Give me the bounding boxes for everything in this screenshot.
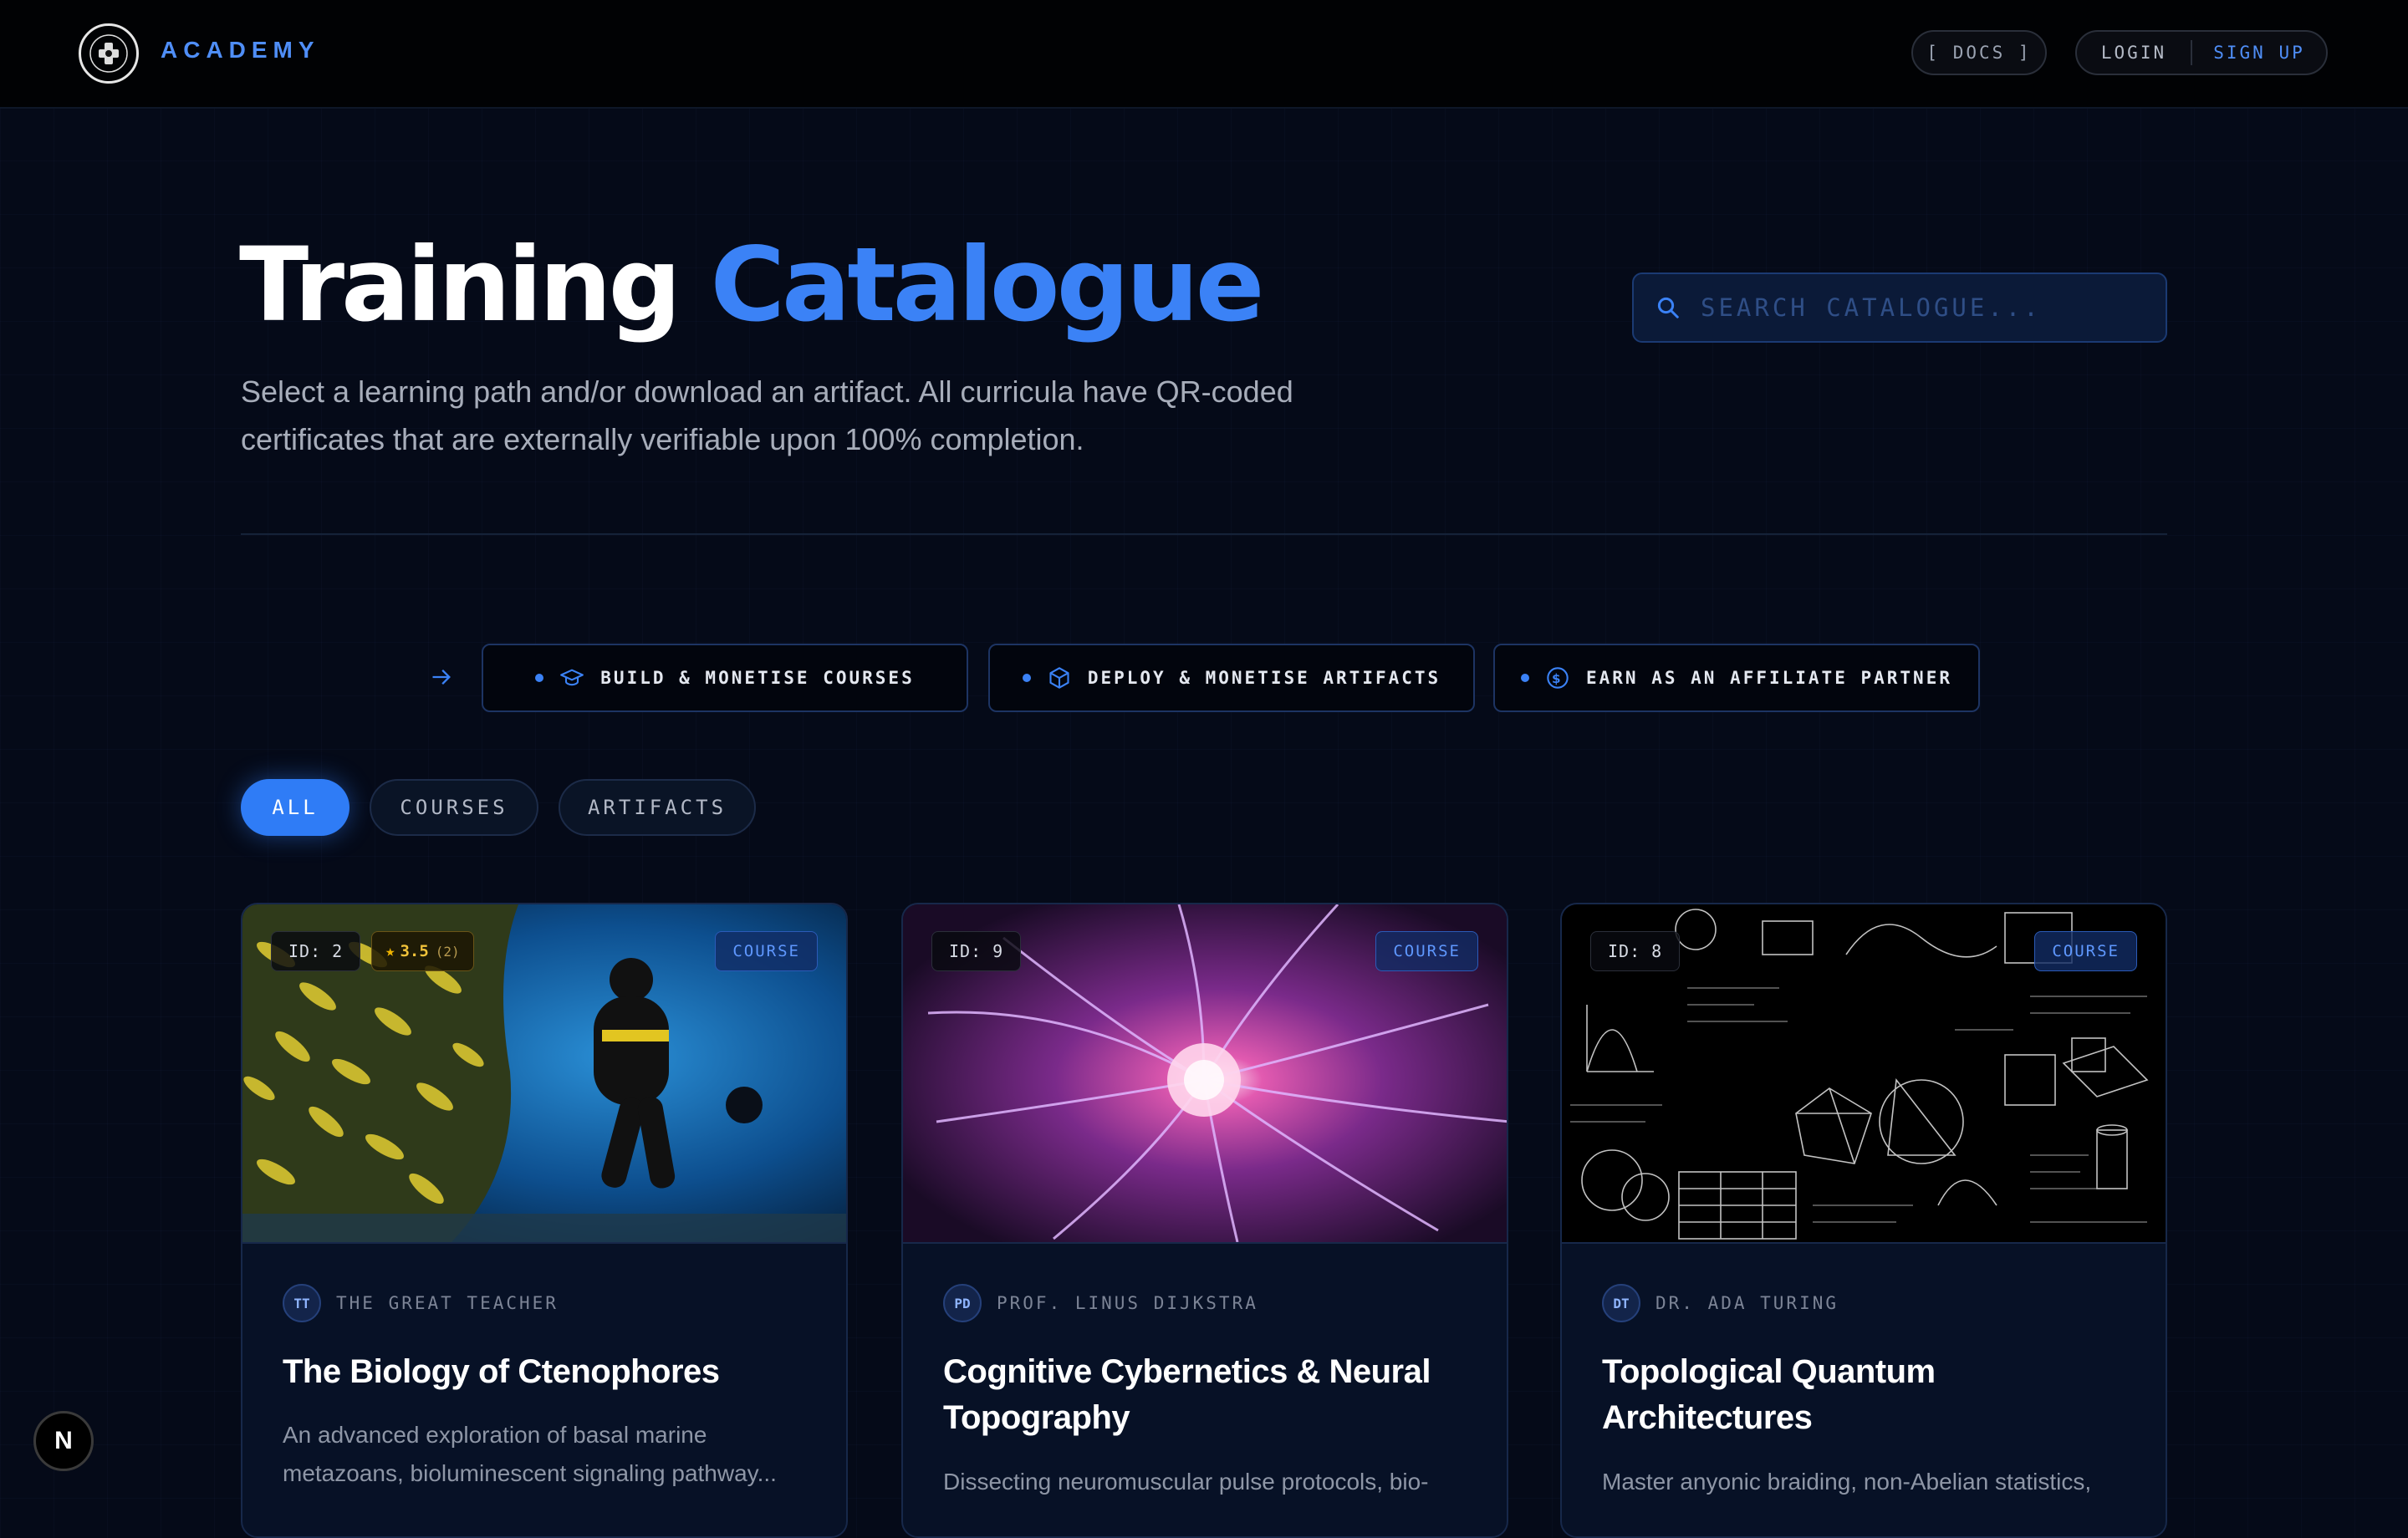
avatar: TT bbox=[283, 1284, 321, 1322]
search-icon bbox=[1657, 297, 1679, 318]
brand-name[interactable]: ACADEMY bbox=[161, 37, 320, 64]
docs-button[interactable]: [ DOCS ] bbox=[1911, 30, 2047, 75]
card-id-badge: ID: 2 bbox=[271, 931, 361, 971]
svg-text:$: $ bbox=[1552, 671, 1564, 686]
title-word-catalogue: Catalogue bbox=[710, 226, 1264, 344]
action-label: BUILD & MONETISE COURSES bbox=[600, 668, 915, 688]
rating-value: 3.5 bbox=[400, 942, 429, 960]
card-description: Dissecting neuromuscular pulse protocols… bbox=[943, 1469, 1429, 1495]
search-box bbox=[1632, 272, 2167, 343]
page-subtitle: Select a learning path and/or download a… bbox=[241, 374, 1293, 456]
login-button[interactable]: LOGIN bbox=[2077, 43, 2191, 63]
search-input[interactable] bbox=[1699, 293, 2154, 323]
action-label: EARN AS AN AFFILIATE PARTNER bbox=[1585, 668, 1952, 688]
card-description: An advanced exploration of basal marine … bbox=[283, 1422, 777, 1486]
build-courses-button[interactable]: BUILD & MONETISE COURSES bbox=[482, 644, 968, 712]
type-badge: COURSE bbox=[1375, 931, 1478, 971]
star-icon: ★ bbox=[385, 942, 395, 960]
brand-logo-icon[interactable] bbox=[79, 23, 139, 84]
auth-group: LOGIN SIGN UP bbox=[2075, 30, 2328, 75]
catalogue-card[interactable]: ID: 8 COURSE DT DR. ADA TURING Topologic… bbox=[1560, 903, 2167, 1538]
catalogue-card[interactable]: ID: 9 COURSE PD PROF. LINUS DIJKSTRA Cog… bbox=[901, 903, 1508, 1538]
filter-all[interactable]: ALL bbox=[241, 779, 349, 836]
graduation-cap-icon bbox=[560, 669, 584, 686]
rating-count: (2) bbox=[435, 943, 460, 960]
type-badge: COURSE bbox=[2034, 931, 2137, 971]
card-title[interactable]: Topological Quantum Architectures bbox=[1602, 1349, 2137, 1441]
avatar: DT bbox=[1602, 1284, 1640, 1322]
dollar-circle-icon: $ bbox=[1547, 667, 1569, 689]
type-badge: COURSE bbox=[715, 931, 818, 971]
status-dot bbox=[535, 674, 544, 682]
author-name: THE GREAT TEACHER bbox=[336, 1293, 559, 1313]
author-name: PROF. LINUS DIJKSTRA bbox=[997, 1293, 1258, 1313]
card-id-badge: ID: 9 bbox=[931, 931, 1022, 971]
catalogue-card[interactable]: ID: 2 ★ 3.5 (2) COURSE TT THE GREAT TEAC… bbox=[241, 903, 848, 1538]
nextjs-dev-button[interactable]: N bbox=[33, 1411, 94, 1471]
filter-artifacts[interactable]: ARTIFACTS bbox=[559, 779, 756, 836]
card-id-badge: ID: 8 bbox=[1590, 931, 1681, 971]
top-nav: ACADEMY [ DOCS ] LOGIN SIGN UP bbox=[0, 0, 2408, 109]
rating-badge: ★ 3.5 (2) bbox=[371, 931, 474, 971]
filter-courses[interactable]: COURSES bbox=[370, 779, 538, 836]
author-name: DR. ADA TURING bbox=[1656, 1293, 1839, 1313]
arrow-right-icon bbox=[432, 670, 451, 685]
cube-icon bbox=[1049, 667, 1069, 689]
signup-button[interactable]: SIGN UP bbox=[2192, 43, 2326, 63]
card-title[interactable]: The Biology of Ctenophores bbox=[283, 1349, 818, 1395]
deploy-artifacts-button[interactable]: DEPLOY & MONETISE ARTIFACTS bbox=[988, 644, 1475, 712]
affiliate-partner-button[interactable]: $ EARN AS AN AFFILIATE PARTNER bbox=[1493, 644, 1980, 712]
avatar: PD bbox=[943, 1284, 982, 1322]
section-divider bbox=[241, 533, 2167, 535]
status-dot bbox=[1022, 674, 1031, 682]
author-row: PD PROF. LINUS DIJKSTRA bbox=[943, 1284, 1258, 1322]
page-title: Training Catalogue bbox=[239, 234, 1265, 336]
author-row: DT DR. ADA TURING bbox=[1602, 1284, 1839, 1322]
card-title[interactable]: Cognitive Cybernetics & Neural Topograph… bbox=[943, 1349, 1478, 1441]
author-row: TT THE GREAT TEACHER bbox=[283, 1284, 559, 1322]
card-description: Master anyonic braiding, non-Abelian sta… bbox=[1602, 1469, 2092, 1495]
status-dot bbox=[1520, 674, 1529, 682]
title-word-training: Training bbox=[239, 226, 681, 344]
action-label: DEPLOY & MONETISE ARTIFACTS bbox=[1087, 668, 1441, 688]
